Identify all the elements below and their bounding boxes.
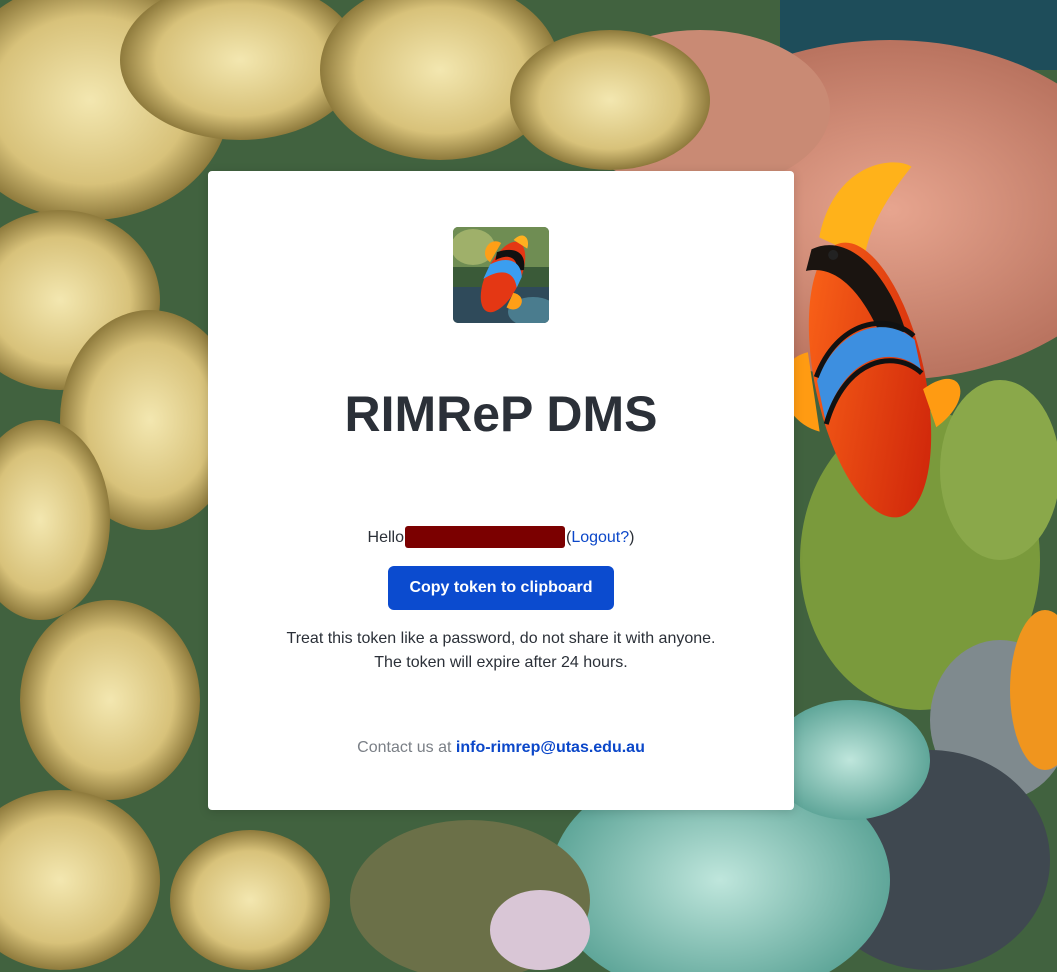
token-warning: Treat this token like a password, do not…: [208, 627, 794, 675]
logout-link[interactable]: Logout?: [571, 529, 629, 546]
copy-token-button[interactable]: Copy token to clipboard: [388, 566, 614, 610]
contact-footer: Contact us at info-rimrep@utas.edu.au: [208, 739, 794, 757]
token-warning-line-1: Treat this token like a password, do not…: [286, 630, 716, 647]
close-paren: ): [629, 529, 635, 547]
page-title: RIMReP DMS: [344, 386, 658, 442]
token-warning-line-2: The token will expire after 24 hours.: [374, 654, 628, 671]
greeting-line: Hello (Logout?): [208, 526, 794, 550]
contact-prefix: Contact us at: [357, 739, 452, 756]
clownfish-logo-icon: [453, 227, 549, 323]
hello-label: Hello: [367, 529, 404, 547]
contact-email-link[interactable]: info-rimrep@utas.edu.au: [456, 739, 645, 756]
redacted-username: [404, 526, 565, 548]
login-card: RIMReP DMS Hello (Logout?) Copy token to …: [208, 171, 794, 810]
